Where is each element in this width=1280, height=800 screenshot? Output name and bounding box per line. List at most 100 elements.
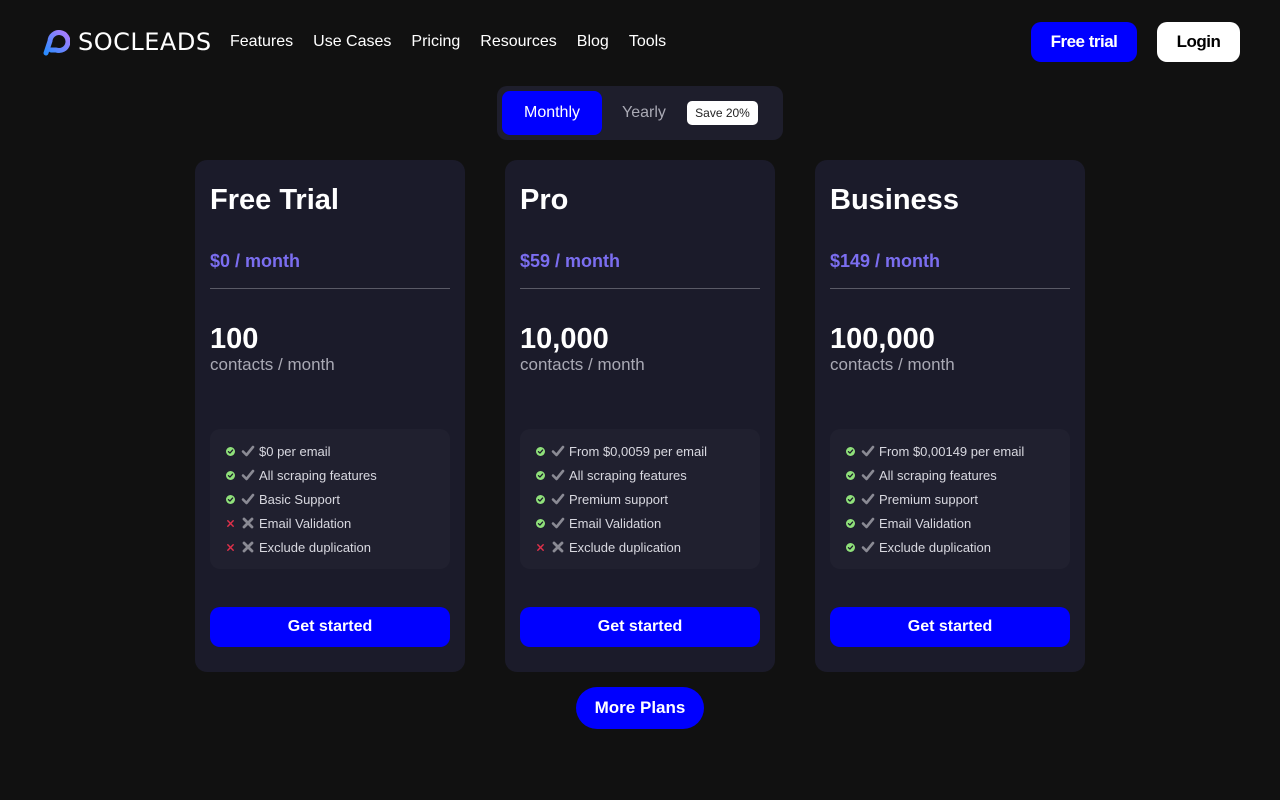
nav-pricing[interactable]: Pricing [411, 31, 460, 53]
save-badge: Save 20% [687, 101, 758, 125]
cross-icon [226, 519, 235, 528]
feature-text: Email Validation [259, 515, 352, 531]
heavy-x-icon [551, 540, 565, 554]
heavy-check-icon [551, 516, 565, 530]
feature-text: Exclude duplication [879, 539, 992, 555]
contacts-unit: contacts / month [210, 355, 335, 374]
check-circle-icon [536, 446, 545, 456]
more-plans-button[interactable]: More Plans [576, 687, 704, 729]
monthly-option[interactable]: Monthly [502, 91, 602, 135]
check-circle-icon [226, 470, 235, 480]
feature-text: Email Validation [569, 515, 662, 531]
plan-price: $149 / month [830, 251, 941, 271]
heavy-check-icon [861, 540, 875, 554]
feature-text: Premium support [569, 491, 668, 507]
check-circle-icon [536, 470, 545, 480]
check-circle-icon [536, 494, 545, 504]
feature-text: $0 per email [259, 443, 331, 459]
get-started-button[interactable]: Get started [520, 607, 760, 647]
feature-item: Email Validation [226, 511, 450, 535]
nav-blog[interactable]: Blog [577, 31, 609, 53]
check-circle-icon [226, 494, 235, 504]
check-circle-icon [536, 518, 545, 528]
heavy-check-icon [551, 444, 565, 458]
heavy-check-icon [861, 516, 875, 530]
feature-item: Exclude duplication [536, 535, 760, 559]
feature-item: Email Validation [536, 511, 760, 535]
logo-icon [43, 30, 70, 56]
plan-title: Business [830, 184, 959, 216]
check-circle-icon [226, 446, 235, 456]
plan-title: Pro [520, 184, 569, 216]
contacts-unit: contacts / month [830, 355, 955, 374]
plan-card-business: Business $149 / month 100,000 contacts / mo… [815, 160, 1085, 672]
check-circle-icon [846, 470, 855, 480]
heavy-check-icon [241, 468, 255, 482]
heavy-check-icon [241, 492, 255, 506]
divider [830, 288, 1070, 289]
plan-card-free-trial: Free Trial $0 / month 100 contacts / month $… [195, 160, 465, 672]
nav-tools[interactable]: Tools [629, 31, 666, 53]
plan-price: $59 / month [520, 251, 621, 271]
check-circle-icon [846, 518, 855, 528]
heavy-check-icon [861, 492, 875, 506]
main-nav: Features Use Cases Pricing Resources Blo… [230, 31, 666, 53]
check-circle-icon [846, 446, 855, 456]
feature-list: From $0,0059 per email All scraping featu… [520, 429, 760, 569]
feature-text: All scraping features [569, 467, 687, 483]
heavy-x-icon [241, 516, 255, 530]
nav-features[interactable]: Features [230, 31, 293, 53]
feature-text: Premium support [879, 491, 978, 507]
heavy-check-icon [861, 444, 875, 458]
feature-item: Exclude duplication [846, 535, 1070, 559]
feature-list: From $0,00149 per email All scraping feat… [830, 429, 1070, 569]
feature-text: Exclude duplication [259, 539, 372, 555]
nav-resources[interactable]: Resources [480, 31, 556, 53]
heavy-x-icon [241, 540, 255, 554]
heavy-check-icon [241, 444, 255, 458]
heavy-check-icon [551, 468, 565, 482]
divider [210, 288, 450, 289]
feature-item: From $0,00149 per email [846, 439, 1070, 463]
contacts-unit: contacts / month [520, 355, 645, 374]
plan-title: Free Trial [210, 184, 339, 216]
site-header: SOCLEADS Features Use Cases Pricing Reso… [0, 0, 1280, 84]
feature-text: All scraping features [879, 467, 997, 483]
feature-list: $0 per email All scraping features Basic S… [210, 429, 450, 569]
feature-text: Exclude duplication [569, 539, 682, 555]
contacts-count: 100 [210, 323, 259, 355]
feature-text: From $0,00149 per email [879, 443, 1025, 459]
feature-item: All scraping features [846, 463, 1070, 487]
feature-item: $0 per email [226, 439, 450, 463]
feature-item: All scraping features [226, 463, 450, 487]
yearly-option[interactable]: Yearly [613, 91, 675, 135]
divider [520, 288, 760, 289]
check-circle-icon [846, 542, 855, 552]
contacts-count: 10,000 [520, 323, 609, 355]
feature-text: Basic Support [259, 491, 340, 507]
heavy-check-icon [861, 468, 875, 482]
brand-logo[interactable]: SOCLEADS [40, 26, 212, 58]
get-started-button[interactable]: Get started [210, 607, 450, 647]
login-button[interactable]: Login [1157, 22, 1240, 62]
feature-text: From $0,0059 per email [569, 443, 708, 459]
cross-icon [536, 543, 545, 552]
feature-text: All scraping features [259, 467, 377, 483]
feature-item: Email Validation [846, 511, 1070, 535]
plan-card-pro: Pro $59 / month 10,000 contacts / month From… [505, 160, 775, 672]
heavy-check-icon [551, 492, 565, 506]
nav-use-cases[interactable]: Use Cases [313, 31, 391, 53]
get-started-button[interactable]: Get started [830, 607, 1070, 647]
feature-item: Premium support [536, 487, 760, 511]
feature-text: Email Validation [879, 515, 972, 531]
brand-name: SOCLEADS [78, 28, 212, 56]
check-circle-icon [846, 494, 855, 504]
feature-item: Exclude duplication [226, 535, 450, 559]
free-trial-button[interactable]: Free trial [1031, 22, 1137, 62]
cross-icon [226, 543, 235, 552]
billing-period-toggle: Monthly Yearly Save 20% [497, 86, 783, 140]
feature-item: All scraping features [536, 463, 760, 487]
plan-price: $0 / month [210, 251, 301, 271]
feature-item: Premium support [846, 487, 1070, 511]
feature-item: Basic Support [226, 487, 450, 511]
